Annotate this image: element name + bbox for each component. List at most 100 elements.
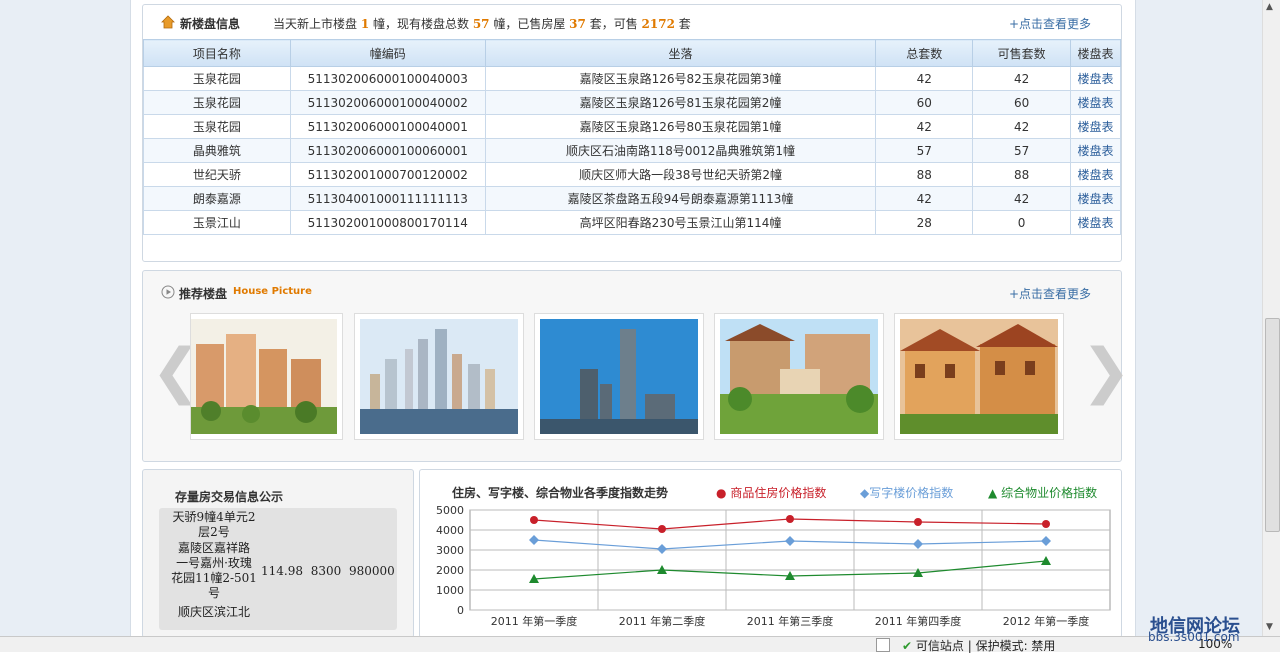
transaction-address: 顺庆区滨江北 bbox=[177, 605, 250, 619]
transactions-list: 天骄9幢4单元2 层2号 嘉陵区嘉祥路 一号嘉州·玫瑰 花园11幢2-501 号… bbox=[159, 508, 397, 630]
table-row: 玉泉花园 511302006000100040003 嘉陵区玉泉路126号82玉… bbox=[143, 66, 1121, 91]
y-tick-label: 2000 bbox=[436, 564, 464, 577]
villa-houses-image[interactable] bbox=[894, 313, 1064, 440]
x-tick-label: 2011 年第二季度 bbox=[619, 614, 706, 628]
floor-table-link[interactable]: 楼盘表 bbox=[1070, 90, 1121, 115]
recommended-subtitle: House Picture bbox=[233, 286, 312, 297]
cell-project-name: 晶典雅筑 bbox=[143, 138, 291, 163]
y-tick-label: 4000 bbox=[436, 524, 464, 537]
y-tick-label: 3000 bbox=[436, 544, 464, 557]
cell-building-code: 511302006000100040002 bbox=[289, 90, 486, 115]
villa-garden-image[interactable] bbox=[714, 313, 884, 440]
security-zone-label[interactable]: ✔ 可信站点 | 保护模式: 禁用 bbox=[902, 637, 1055, 654]
x-tick-label: 2011 年第一季度 bbox=[491, 614, 578, 628]
y-tick-label: 0 bbox=[457, 604, 464, 617]
circle-icon: ● bbox=[716, 486, 727, 500]
table-row: 世纪天骄 511302001000700120002 顺庆区师大路一段38号世纪… bbox=[143, 162, 1121, 187]
scrollbar-thumb[interactable] bbox=[1265, 318, 1280, 532]
floor-table-link[interactable]: 楼盘表 bbox=[1070, 162, 1121, 187]
listing-summary: 当天新上市楼盘 1 幢，现有楼盘总数 57 幢，已售房屋 37 套，可售 217… bbox=[273, 17, 691, 31]
recommended-title: 推荐楼盘 bbox=[179, 287, 228, 301]
table-row: 玉泉花园 511302006000100040002 嘉陵区玉泉路126号81玉… bbox=[143, 90, 1121, 115]
index-line-chart: 0 1000 2000 3000 4000 5000 2011 年第一季度 2011 年第二季… bbox=[436, 504, 1111, 628]
data-point bbox=[530, 516, 538, 524]
total-buildings: 57 bbox=[472, 17, 490, 31]
y-tick-label: 1000 bbox=[436, 584, 464, 597]
vertical-scrollbar[interactable]: ▲ ▼ bbox=[1262, 0, 1280, 636]
chart-title: 住房、写字楼、综合物业各季度指数走势 bbox=[452, 486, 669, 500]
col-building-code: 幢编码 bbox=[289, 39, 486, 67]
cell-building-code: 511302006000100040001 bbox=[289, 114, 486, 139]
cell-total-units: 57 bbox=[875, 138, 974, 163]
table-row: 朗泰嘉源 511304001000111111113 嘉陵区茶盘路五段94号朗泰… bbox=[143, 186, 1121, 211]
apartment-towers-image[interactable] bbox=[190, 313, 343, 440]
cell-building-code: 511304001000111111113 bbox=[289, 186, 486, 211]
x-tick-label: 2012 年第一季度 bbox=[1003, 614, 1090, 628]
transaction-unit-price: 8300 bbox=[310, 564, 342, 578]
cell-location: 嘉陵区玉泉路126号80玉泉花园第1幢 bbox=[484, 114, 877, 139]
table-row: 玉景江山 511302001000800170114 高坪区阳春路230号玉景江… bbox=[143, 210, 1121, 235]
cell-building-code: 511302006000100060001 bbox=[289, 138, 486, 163]
data-point bbox=[658, 525, 666, 533]
cell-location: 顺庆区石油南路118号0012晶典雅筑第1幢 bbox=[484, 138, 877, 163]
table-row: 晶典雅筑 511302006000100060001 顺庆区石油南路118号00… bbox=[143, 138, 1121, 163]
cell-project-name: 玉景江山 bbox=[143, 210, 291, 235]
plot-area bbox=[469, 509, 1111, 611]
new-listings-title: 新楼盘信息 bbox=[180, 17, 241, 31]
listings-more-link[interactable]: +点击查看更多 bbox=[1009, 15, 1091, 32]
col-project-name: 项目名称 bbox=[143, 39, 291, 67]
cell-location: 嘉陵区玉泉路126号81玉泉花园第2幢 bbox=[484, 90, 877, 115]
cell-location: 嘉陵区玉泉路126号82玉泉花园第3幢 bbox=[484, 66, 877, 91]
floor-table-link[interactable]: 楼盘表 bbox=[1070, 138, 1121, 163]
scroll-down-icon[interactable]: ▼ bbox=[1266, 622, 1273, 632]
listings-table: 项目名称 幢编码 坐落 总套数 可售套数 楼盘表 玉泉花园 5113020060… bbox=[143, 39, 1121, 235]
table-row: 玉泉花园 511302006000100040001 嘉陵区玉泉路126号80玉… bbox=[143, 114, 1121, 139]
transaction-total: 980000 bbox=[349, 564, 395, 578]
cell-total-units: 88 bbox=[875, 162, 974, 187]
triangle-icon: ▲ bbox=[988, 486, 998, 500]
cell-location: 顺庆区师大路一段38号世纪天骄第2幢 bbox=[484, 162, 877, 187]
cell-available-units: 42 bbox=[972, 66, 1072, 91]
available-count: 2172 bbox=[641, 17, 675, 31]
cell-available-units: 88 bbox=[972, 162, 1072, 187]
data-point bbox=[914, 518, 922, 526]
legend-office: ◆写字楼价格指数 bbox=[860, 486, 954, 500]
col-available-units: 可售套数 bbox=[972, 39, 1072, 67]
scroll-up-icon[interactable]: ▲ bbox=[1266, 2, 1273, 12]
house-icon bbox=[161, 15, 175, 29]
x-tick-label: 2011 年第三季度 bbox=[747, 614, 834, 628]
col-total-units: 总套数 bbox=[875, 39, 974, 67]
x-tick-label: 2011 年第四季度 bbox=[875, 614, 962, 628]
floor-table-link[interactable]: 楼盘表 bbox=[1070, 114, 1121, 139]
new-listings-header: 新楼盘信息 当天新上市楼盘 1 幢，现有楼盘总数 57 幢，已售房屋 37 套，… bbox=[143, 5, 1121, 39]
cell-location: 嘉陵区茶盘路五段94号朗泰嘉源第1113幢 bbox=[484, 186, 877, 211]
city-skyline-image[interactable] bbox=[354, 313, 524, 440]
cell-project-name: 世纪天骄 bbox=[143, 162, 291, 187]
cell-project-name: 玉泉花园 bbox=[143, 114, 291, 139]
cell-total-units: 28 bbox=[875, 210, 974, 235]
cell-project-name: 朗泰嘉源 bbox=[143, 186, 291, 211]
floor-table-link[interactable]: 楼盘表 bbox=[1070, 66, 1121, 91]
index-chart-panel: 住房、写字楼、综合物业各季度指数走势 ● 商品住房价格指数 ◆写字楼价格指数 ▲… bbox=[419, 469, 1122, 638]
cell-building-code: 511302001000700120002 bbox=[289, 162, 486, 187]
legend-commercial: ▲ 综合物业价格指数 bbox=[988, 486, 1098, 500]
data-point bbox=[1042, 520, 1050, 528]
data-point bbox=[786, 515, 794, 523]
cell-building-code: 511302006000100040003 bbox=[289, 66, 486, 91]
y-tick-label: 5000 bbox=[436, 504, 464, 517]
cell-available-units: 42 bbox=[972, 186, 1072, 211]
blocked-popup-icon[interactable] bbox=[876, 638, 890, 652]
floor-table-link[interactable]: 楼盘表 bbox=[1070, 186, 1121, 211]
recommended-more-link[interactable]: +点击查看更多 bbox=[1009, 285, 1091, 302]
twin-towers-image[interactable] bbox=[534, 313, 704, 440]
next-arrow-icon[interactable]: ❯ bbox=[1081, 341, 1131, 401]
cell-available-units: 42 bbox=[972, 114, 1072, 139]
cell-total-units: 42 bbox=[875, 66, 974, 91]
col-location: 坐落 bbox=[484, 39, 877, 67]
transactions-title: 存量房交易信息公示 bbox=[175, 490, 284, 504]
floor-table-link[interactable]: 楼盘表 bbox=[1070, 210, 1121, 235]
cell-available-units: 60 bbox=[972, 90, 1072, 115]
transactions-panel: 存量房交易信息公示 天骄9幢4单元2 层2号 嘉陵区嘉祥路 一号嘉州·玫瑰 花园… bbox=[142, 469, 414, 638]
cell-total-units: 42 bbox=[875, 114, 974, 139]
cell-project-name: 玉泉花园 bbox=[143, 66, 291, 91]
